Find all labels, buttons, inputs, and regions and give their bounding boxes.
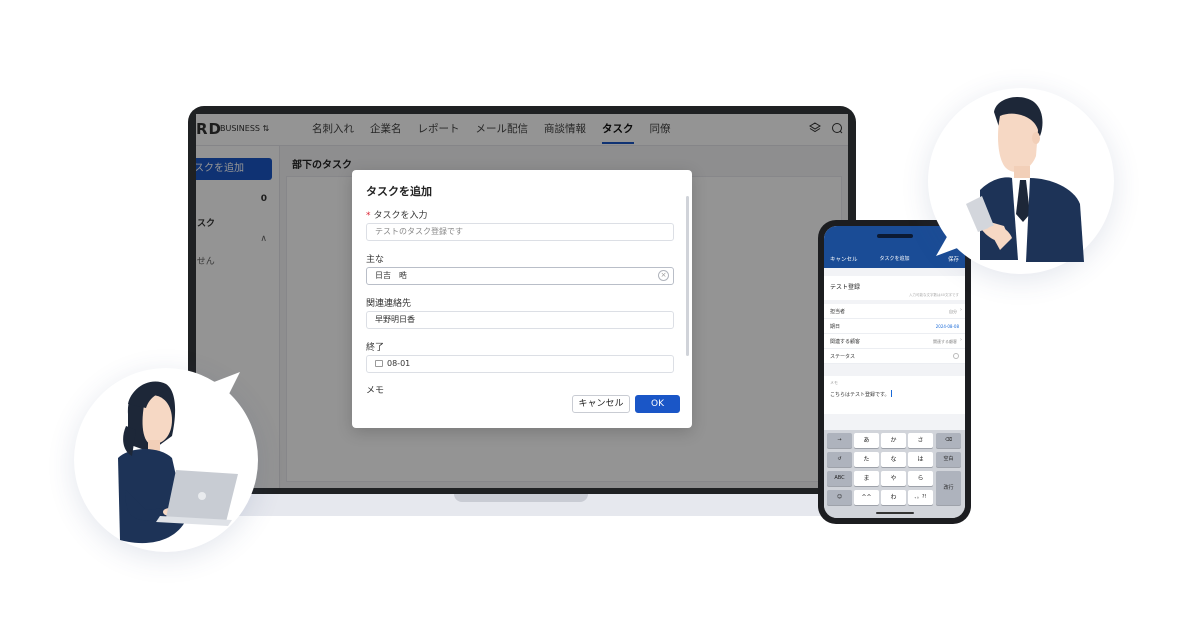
phone-speaker bbox=[877, 234, 913, 238]
dialog-scrollbar[interactable] bbox=[686, 196, 689, 356]
phone-header-title: タスクを追加 bbox=[879, 256, 910, 262]
owner-value: 日吉 晧 bbox=[375, 271, 407, 280]
key-kaomoji[interactable]: ^^ bbox=[854, 490, 879, 505]
phone-row-label: 関連する顧客 bbox=[830, 339, 861, 345]
task-input[interactable]: テストのタスク登録です bbox=[366, 223, 674, 241]
phone-row-label: 担当者 bbox=[830, 309, 846, 315]
key-a[interactable]: あ bbox=[854, 433, 879, 448]
key-space[interactable]: 空白 bbox=[936, 452, 961, 467]
ok-button[interactable]: OK bbox=[635, 395, 680, 413]
key-enter[interactable]: 改行 bbox=[936, 471, 961, 505]
phone-row-value: 関連する顧客 bbox=[933, 338, 957, 344]
key-ta[interactable]: た bbox=[854, 452, 879, 467]
phone-row-status[interactable]: ステータス bbox=[824, 349, 965, 364]
phone-row-label: 期日 bbox=[830, 324, 841, 330]
key-wa[interactable]: わ bbox=[881, 490, 906, 505]
end-date-field[interactable]: 08-01 bbox=[366, 355, 674, 373]
text-cursor bbox=[890, 390, 892, 397]
calendar-icon bbox=[375, 360, 383, 367]
memo-label: メモ bbox=[366, 386, 385, 396]
speech-bubble-left bbox=[74, 368, 258, 552]
contact-label: 関連連絡先 bbox=[366, 299, 412, 309]
laptop-notch bbox=[454, 494, 588, 502]
key-emoji[interactable]: ☺ bbox=[827, 490, 852, 505]
clear-icon[interactable]: × bbox=[658, 270, 669, 281]
required-mark: * bbox=[366, 211, 371, 221]
chevron-right-icon: › bbox=[960, 307, 962, 313]
phone-memo-text: こちらはテスト登録です。 bbox=[830, 392, 890, 398]
dialog-title: タスクを追加 bbox=[366, 185, 432, 198]
phone-title-field[interactable]: テスト登録 入力可能な文字数は40文字です bbox=[824, 276, 965, 300]
key-ka[interactable]: か bbox=[881, 433, 906, 448]
phone-keyboard: → あ か さ ⌫ ↺ た な は 空白 ABC ま や ら 改行 ☺ ^^ わ… bbox=[824, 430, 965, 518]
phone-screen: キャンセル タスクを追加 保存 テスト登録 入力可能な文字数は40文字です 担当… bbox=[824, 226, 965, 518]
add-task-dialog: タスクを追加 * タスクを入力 テストのタスク登録です 主な 日吉 晧 × 関連連… bbox=[352, 170, 692, 428]
phone-row-label: ステータス bbox=[830, 354, 856, 360]
phone-row-value: 2024-08-08 bbox=[935, 323, 959, 329]
phone-memo-field[interactable]: メモ こちらはテスト登録です。 bbox=[824, 376, 965, 414]
phone-title-value: テスト登録 bbox=[830, 284, 861, 291]
key-ha[interactable]: は bbox=[908, 452, 933, 467]
end-label: 終了 bbox=[366, 343, 385, 353]
contact-field[interactable]: 早野明日香 bbox=[366, 311, 674, 329]
phone-title-hint: 入力可能な文字数は40文字です bbox=[909, 293, 959, 297]
key-sa[interactable]: さ bbox=[908, 433, 933, 448]
status-radio[interactable] bbox=[953, 353, 959, 359]
key-ya[interactable]: や bbox=[881, 471, 906, 486]
key-ra[interactable]: ら bbox=[908, 471, 933, 486]
phone-row-value: 自分 bbox=[949, 308, 957, 314]
home-indicator bbox=[876, 512, 914, 514]
task-label: * タスクを入力 bbox=[366, 208, 428, 221]
owner-field[interactable]: 日吉 晧 × bbox=[366, 267, 674, 285]
key-arrow[interactable]: → bbox=[827, 433, 852, 448]
speech-bubble-right bbox=[928, 88, 1114, 274]
phone-save-button[interactable]: 保存 bbox=[948, 255, 959, 263]
phone-memo-label: メモ bbox=[830, 380, 838, 385]
phone-row-customer[interactable]: 関連する顧客 関連する顧客 › bbox=[824, 334, 965, 349]
key-punctuation[interactable]: 、。?! bbox=[908, 490, 933, 505]
key-ma[interactable]: ま bbox=[854, 471, 879, 486]
phone-row-owner[interactable]: 担当者 自分 › bbox=[824, 304, 965, 319]
key-backspace[interactable]: ⌫ bbox=[936, 433, 961, 448]
end-date-value: 08-01 bbox=[387, 359, 411, 368]
key-abc[interactable]: ABC bbox=[827, 471, 852, 486]
chevron-right-icon: › bbox=[960, 337, 962, 343]
owner-label: 主な bbox=[366, 255, 385, 265]
task-label-text: タスクを入力 bbox=[373, 211, 428, 221]
phone-memo-value: こちらはテスト登録です。 bbox=[830, 390, 892, 398]
cancel-button[interactable]: キャンセル bbox=[572, 395, 630, 413]
phone-row-due[interactable]: 期日 2024-08-08 bbox=[824, 319, 965, 334]
key-na[interactable]: な bbox=[881, 452, 906, 467]
key-undo[interactable]: ↺ bbox=[827, 452, 852, 467]
